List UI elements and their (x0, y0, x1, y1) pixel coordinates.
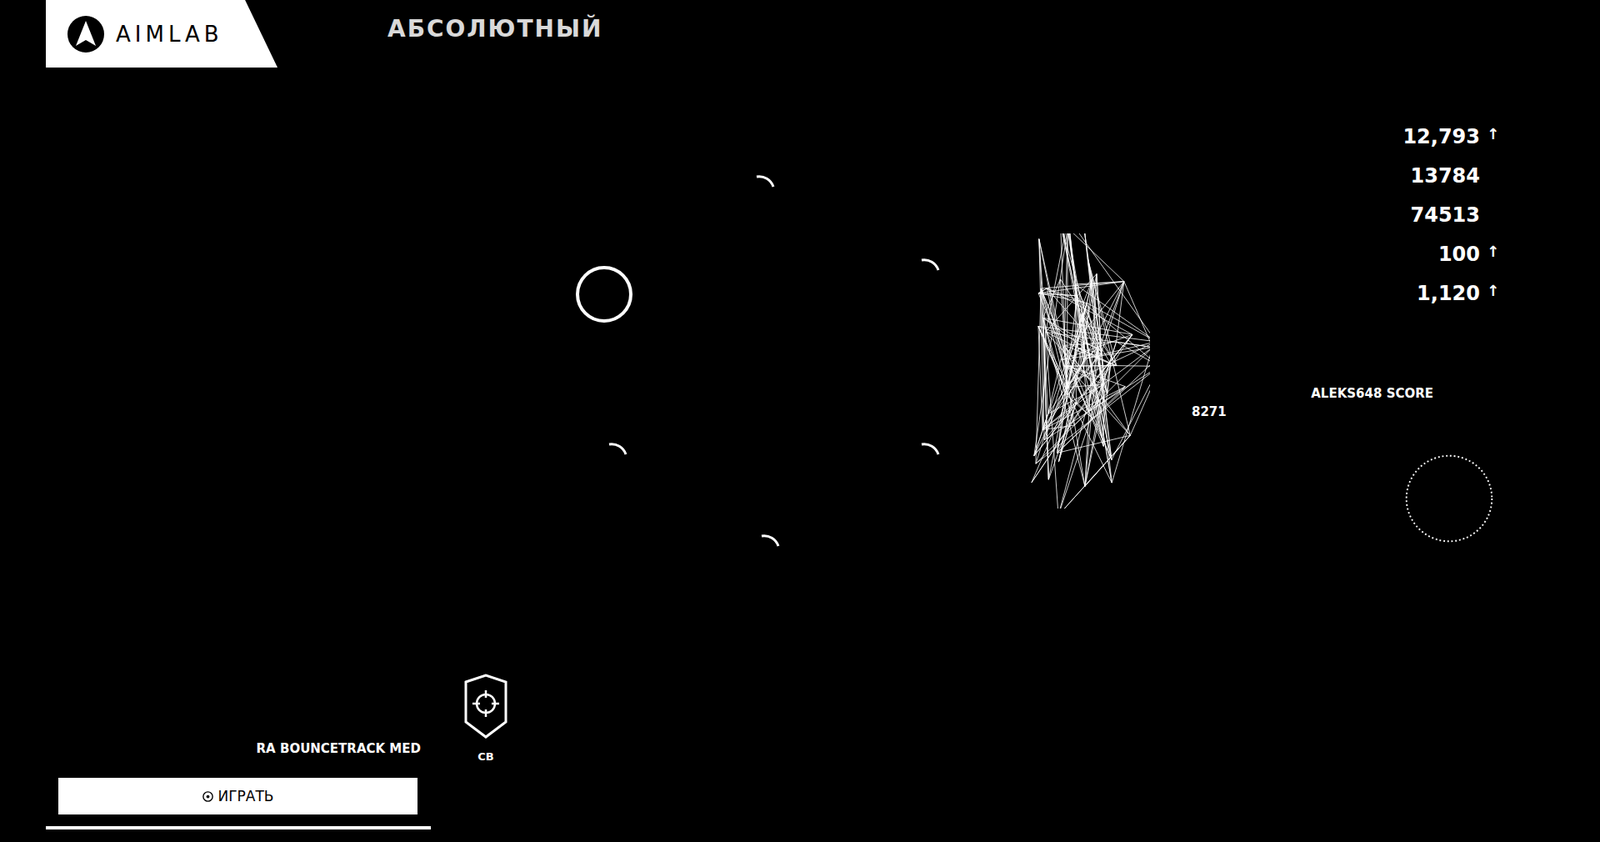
trend-arrow: ↑ (1486, 281, 1500, 300)
shield-crosshair-icon (462, 673, 510, 740)
aimlab-menu: AIMLAB АБСОЛЮТНЫЙ 12,793 ↑ 13784 74513 10… (0, 0, 1600, 842)
target-icon (201, 790, 215, 803)
play-button[interactable]: ИГРАТЬ (58, 777, 418, 815)
stat-row: 13784 (1410, 164, 1501, 188)
leaderboard: ALEKS648 SCORE 8271 (1191, 385, 1434, 420)
mode-title: АБСОЛЮТНЫЙ (387, 15, 603, 43)
stat-row: 1,120 ↑ (1416, 281, 1500, 305)
logo-text: AIMLAB (115, 21, 224, 47)
play-label: ИГРАТЬ (217, 787, 274, 805)
stat-value: 12,793 (1402, 125, 1480, 149)
arc-target-icon[interactable] (592, 439, 633, 480)
trend-arrow: ↑ (1486, 242, 1500, 260)
arc-target-icon[interactable] (905, 439, 945, 480)
ring-target-icon[interactable] (574, 264, 635, 325)
arc-target-icon[interactable] (740, 171, 780, 212)
leaderboard-score: 8271 (1191, 404, 1434, 420)
stat-row: 12,793 ↑ (1402, 125, 1500, 149)
arc-target-icon[interactable] (905, 255, 945, 295)
task-panel: RA BOUNCETRACK MED CB ИГРАТЬ (45, 673, 431, 830)
task-badge: CB (462, 673, 510, 763)
stat-value: 100 (1438, 242, 1480, 266)
aimlab-logo-icon (65, 14, 106, 55)
arc-target-icon[interactable] (745, 530, 785, 571)
stat-row: 74513 (1410, 203, 1501, 227)
stat-value: 74513 (1410, 203, 1481, 227)
header: AIMLAB АБСОЛЮТНЫЙ (0, 0, 1600, 68)
stat-value: 13784 (1410, 164, 1481, 188)
logo[interactable]: AIMLAB (45, 0, 278, 68)
stat-value: 1,120 (1416, 281, 1480, 305)
mesh-figure-icon (866, 233, 1150, 509)
underline-bar (45, 825, 431, 830)
stat-row: 100 ↑ (1438, 242, 1500, 266)
badge-label: CB (477, 750, 494, 763)
trend-arrow: ↑ (1486, 125, 1500, 143)
leaderboard-label: ALEKS648 SCORE (1191, 385, 1434, 401)
task-name: RA BOUNCETRACK MED (45, 740, 421, 763)
stats-list: 12,793 ↑13784 74513 100 ↑1,120 ↑ (1402, 125, 1500, 305)
loading-ring-icon (1401, 450, 1497, 546)
